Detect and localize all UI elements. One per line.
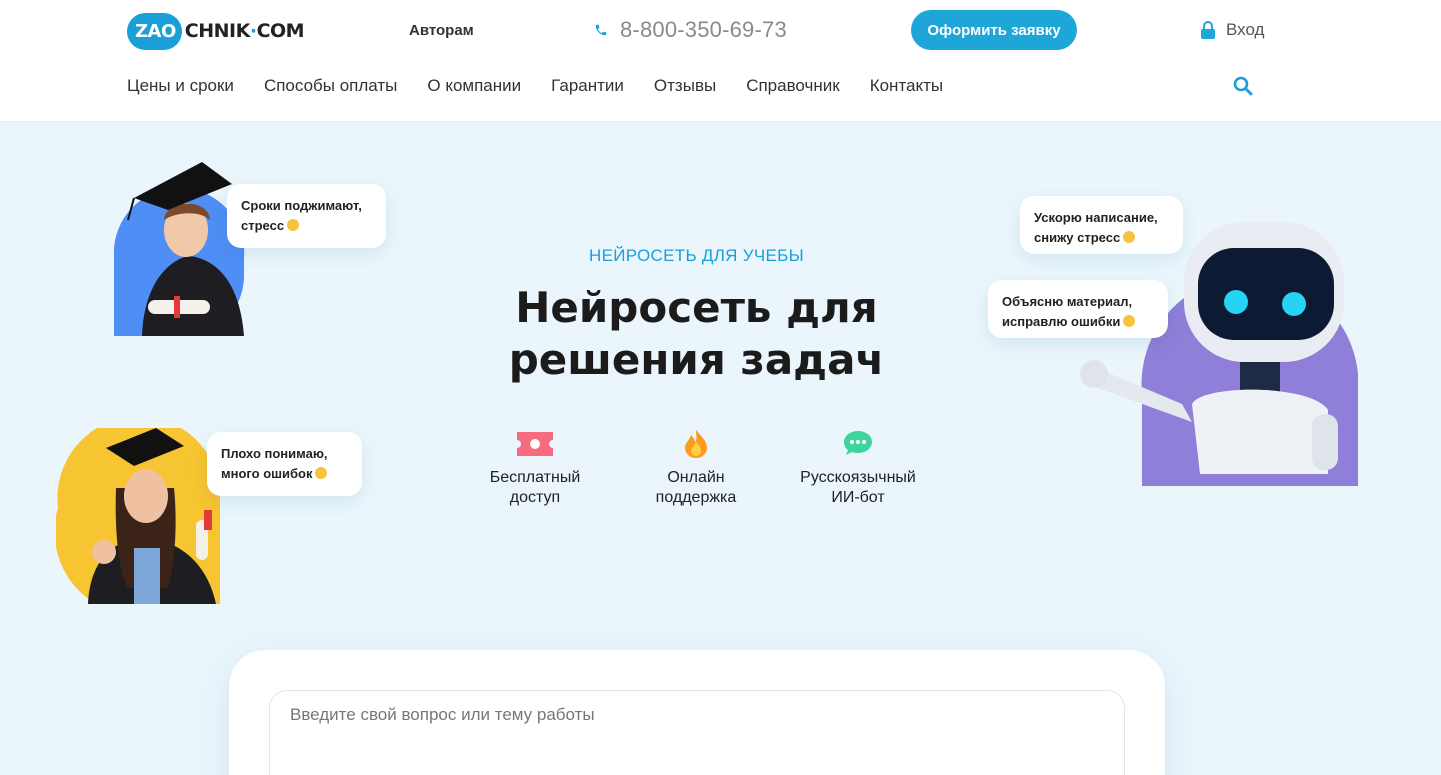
nav-item-about[interactable]: О компании — [427, 76, 521, 96]
student-girl-image — [56, 428, 220, 604]
nav-item-reference[interactable]: Справочник — [746, 76, 840, 96]
phone-link[interactable]: 8-800-350-69-73 — [594, 17, 787, 43]
chat-card — [229, 650, 1165, 775]
sad-emoji-icon — [315, 467, 328, 479]
feature-russian-bot: Русскоязычный ИИ-бот — [778, 428, 938, 508]
logo-badge: ZAO — [127, 12, 182, 50]
bubble-explain: Объясню материал, исправлю ошибки — [988, 280, 1168, 338]
sad-emoji-icon — [287, 219, 300, 231]
phone-icon — [595, 24, 607, 36]
login-label: Вход — [1226, 20, 1265, 39]
nav-item-contacts[interactable]: Контакты — [870, 76, 943, 96]
bubble-deadlines: Сроки поджимают, стресс — [227, 184, 386, 248]
nav-item-guarantees[interactable]: Гарантии — [551, 76, 624, 96]
feature-free-access: Бесплатный доступ — [455, 428, 615, 508]
feature-online-support: Онлайн поддержка — [616, 428, 776, 508]
bubble-speed-up: Ускорю написание, снижу стресс — [1020, 196, 1183, 254]
fire-icon — [685, 430, 707, 458]
login-link[interactable]: Вход — [1200, 20, 1264, 40]
lock-icon — [1201, 21, 1215, 39]
phone-number: 8-800-350-69-73 — [620, 17, 787, 42]
question-input[interactable] — [269, 690, 1125, 775]
nav-item-payment[interactable]: Способы оплаты — [264, 76, 397, 96]
robot-image — [1072, 214, 1360, 486]
smile-emoji-icon — [1123, 231, 1136, 243]
thumbs-up-icon — [1123, 315, 1136, 327]
logo[interactable]: ZAO CHNIK·COM — [127, 12, 305, 50]
authors-link[interactable]: Авторам — [409, 22, 474, 39]
order-button[interactable]: Оформить заявку — [911, 10, 1077, 50]
logo-text: CHNIK·COM — [184, 20, 305, 42]
main-nav: Цены и сроки Способы оплаты О компании Г… — [127, 76, 943, 96]
nav-item-prices[interactable]: Цены и сроки — [127, 76, 234, 96]
site-header: ZAO CHNIK·COM Авторам 8-800-350-69-73 Оф… — [0, 0, 1441, 122]
ticket-icon — [517, 432, 553, 456]
search-icon[interactable] — [1233, 76, 1253, 96]
chat-bubble-icon — [844, 431, 872, 455]
bubble-misunderstanding: Плохо понимаю, много ошибок — [207, 432, 362, 496]
nav-item-reviews[interactable]: Отзывы — [654, 76, 716, 96]
